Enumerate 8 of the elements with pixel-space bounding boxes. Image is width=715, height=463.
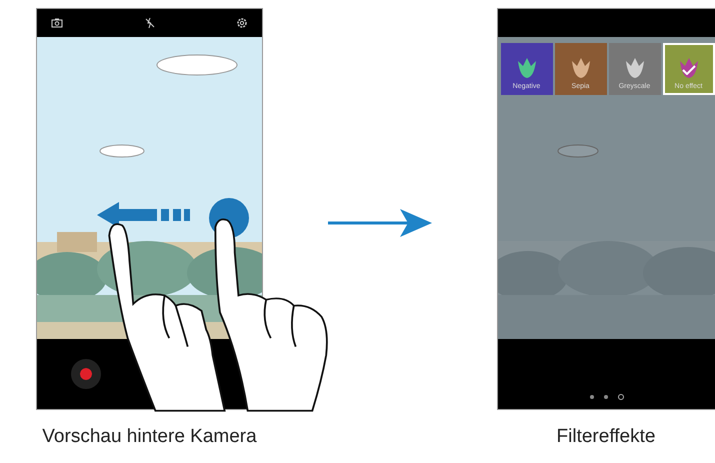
settings-icon[interactable] xyxy=(236,17,248,29)
caption: Filtereffekte xyxy=(556,426,656,448)
check-icon xyxy=(682,65,696,75)
flash-off-icon[interactable] xyxy=(144,17,156,29)
arrow-icon xyxy=(328,206,432,238)
caption: Vorschau hintere Kamera xyxy=(42,426,257,448)
record-button[interactable] xyxy=(71,359,101,389)
camera-switch-icon[interactable] xyxy=(51,17,63,29)
